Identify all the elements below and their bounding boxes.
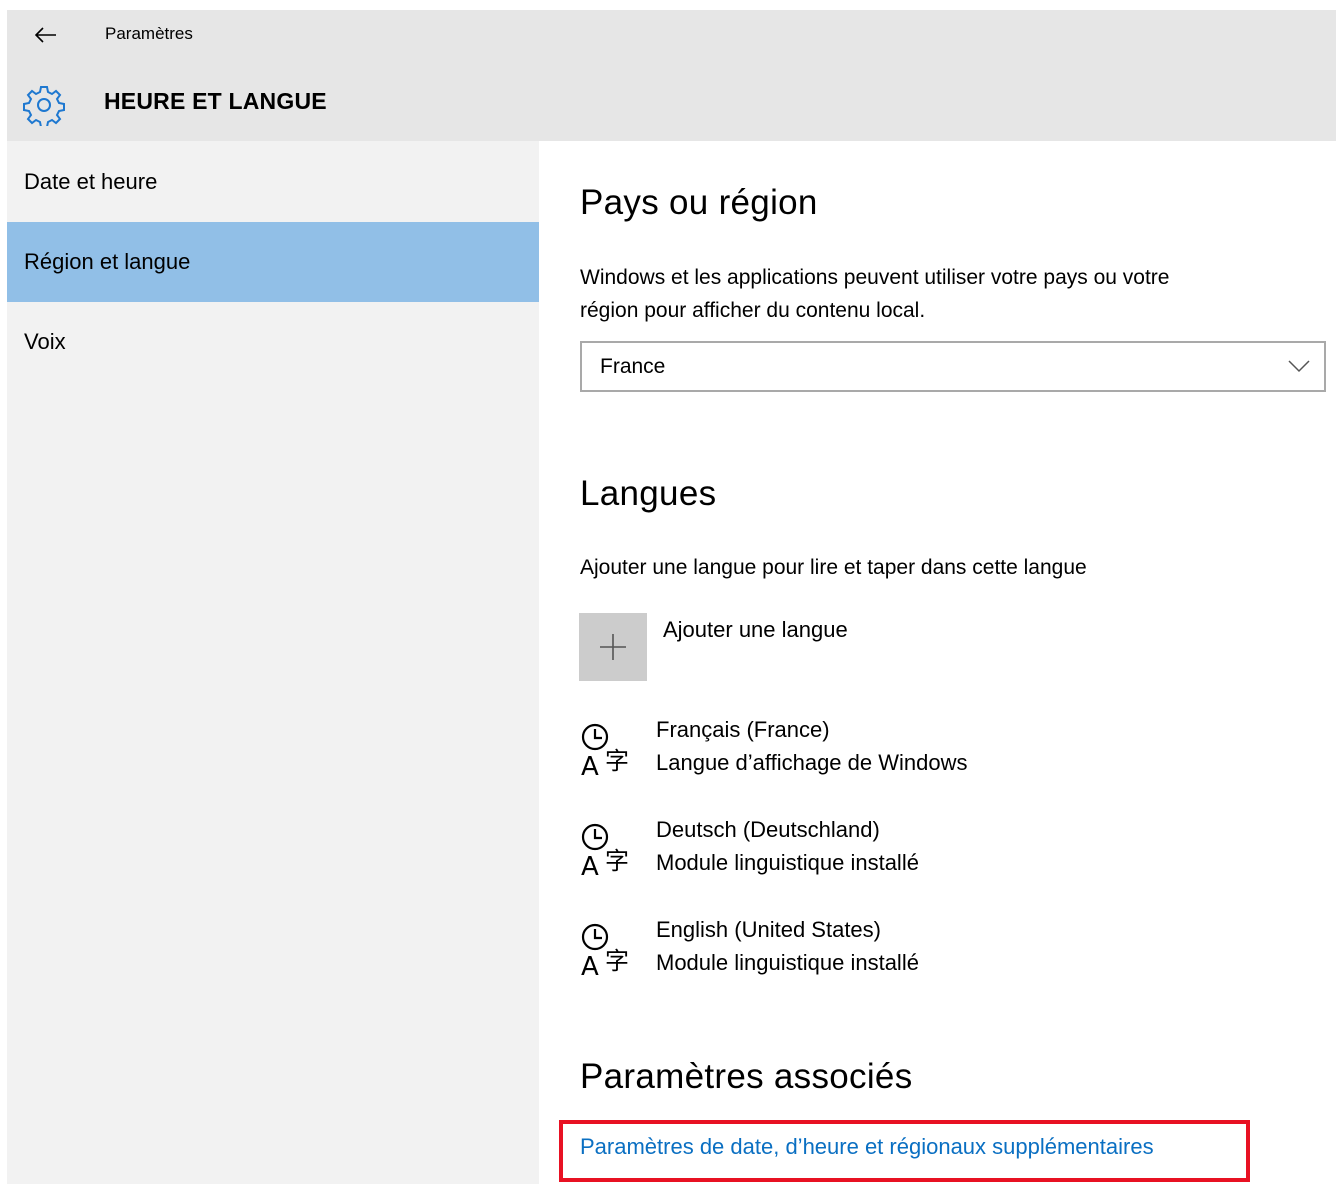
sidebar-item-date-time[interactable]: Date et heure [7,141,539,222]
language-item-fr[interactable]: A 字 Français (France) Langue d’affichage… [579,717,1319,787]
add-language-button[interactable] [579,613,647,681]
svg-text:A: A [581,952,599,979]
back-arrow-icon [35,27,56,43]
language-icon: A 字 [581,923,629,979]
languages-description: Ajouter une langue pour lire et taper da… [580,556,1087,579]
additional-date-time-regional-settings-link[interactable]: Paramètres de date, d’heure et régionaux… [580,1134,1154,1160]
language-status: Module linguistique installé [656,950,919,975]
language-status: Module linguistique installé [656,850,919,875]
add-language-label[interactable]: Ajouter une langue [663,617,848,643]
svg-text:A: A [581,852,599,879]
region-description-line1: Windows et les applications peuvent util… [580,266,1170,289]
languages-heading: Langues [580,474,717,513]
language-name: Deutsch (Deutschland) [656,817,880,842]
title-bar: Paramètres HEURE ET LANGUE [7,10,1336,141]
sidebar: Date et heure Région et langue Voix [7,141,539,1184]
section-title: HEURE ET LANGUE [104,88,327,114]
settings-window: Paramètres HEURE ET LANGUE Date et heure… [7,10,1336,1184]
svg-text:A: A [581,752,599,779]
country-dropdown-value: France [600,354,666,378]
back-button[interactable] [29,18,63,52]
language-name: English (United States) [656,917,881,942]
language-item-de[interactable]: A 字 Deutsch (Deutschland) Module linguis… [579,817,1319,887]
chevron-down-icon [1288,360,1310,373]
sidebar-item-region-language[interactable]: Région et langue [7,222,539,302]
svg-text:字: 字 [605,947,629,975]
related-settings-heading: Paramètres associés [580,1057,913,1096]
svg-text:字: 字 [605,847,629,875]
gear-icon [23,86,65,126]
app-title: Paramètres [105,24,193,43]
language-icon: A 字 [581,823,629,879]
region-heading: Pays ou région [580,183,818,222]
region-description-line2: région pour afficher du contenu local. [580,299,926,322]
main-content: Pays ou région Windows et les applicatio… [539,141,1336,1184]
language-status: Langue d’affichage de Windows [656,750,968,775]
sidebar-item-voice[interactable]: Voix [7,302,539,382]
language-icon: A 字 [581,723,629,779]
language-name: Français (France) [656,717,830,742]
svg-text:字: 字 [605,747,629,775]
country-dropdown[interactable]: France [580,341,1326,392]
plus-icon [600,634,626,660]
language-item-en[interactable]: A 字 English (United States) Module lingu… [579,917,1319,987]
